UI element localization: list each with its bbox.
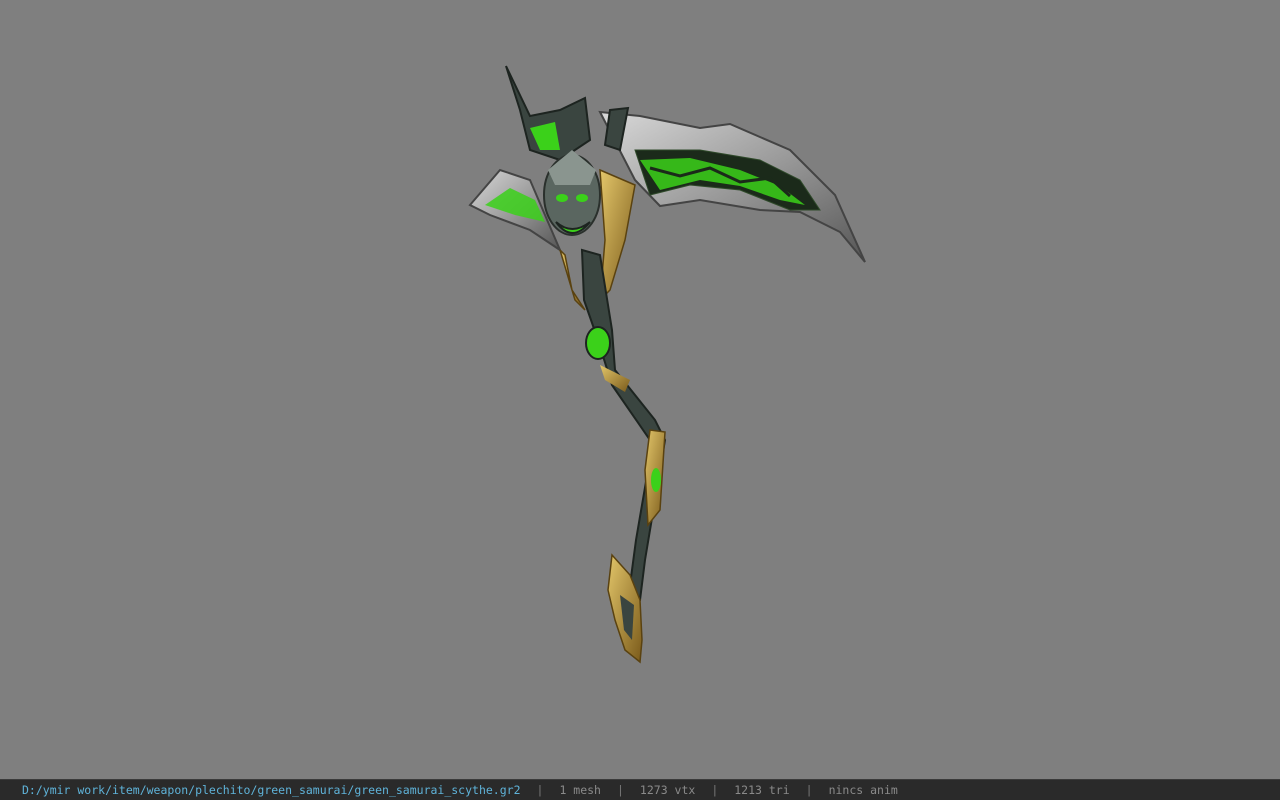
mesh-count: 1 mesh	[559, 783, 601, 797]
separator: |	[805, 783, 813, 797]
separator: |	[536, 783, 544, 797]
triangle-count: 1213 tri	[734, 783, 790, 797]
gold-mane	[599, 168, 636, 302]
vertex-count: 1273 vtx	[639, 783, 696, 797]
scythe-shaft	[580, 248, 667, 601]
scythe-model-icon[interactable]	[0, 0, 1280, 779]
separator: |	[616, 783, 624, 797]
file-path: D:/ymir work/item/weapon/plechito/green_…	[22, 783, 521, 797]
animation-status: nincs anim	[828, 783, 898, 797]
status-bar: D:/ymir work/item/weapon/plechito/green_…	[0, 779, 1280, 800]
3d-viewport[interactable]	[0, 0, 1280, 779]
separator: |	[711, 783, 719, 797]
